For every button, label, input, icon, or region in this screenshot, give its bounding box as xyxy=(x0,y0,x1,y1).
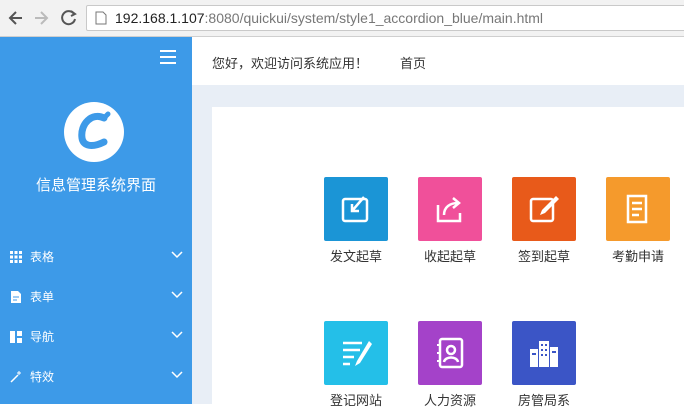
welcome-text: 您好，欢迎访问系统应用！ xyxy=(212,57,369,72)
back-icon[interactable] xyxy=(6,8,26,28)
chevron-down-icon xyxy=(171,331,183,339)
chevron-down-icon xyxy=(171,371,183,379)
sidebar-item-label: 特效 xyxy=(30,370,55,384)
url-text: 192.168.1.107:8080/quickui/system/style1… xyxy=(115,10,544,26)
sidebar-item-label: 表格 xyxy=(30,250,55,264)
sidebar-item-table[interactable]: 表格 xyxy=(0,237,192,277)
tile-label: 收起起草 xyxy=(423,250,476,265)
sidebar-item-form[interactable]: 表单 xyxy=(0,277,192,317)
magic-icon xyxy=(10,371,21,383)
tile-label: 登记网站 xyxy=(329,394,382,409)
tile-register-site[interactable]: 登记网站 xyxy=(316,321,396,409)
tile-label: 发文起草 xyxy=(329,250,382,265)
tile-housing-bureau[interactable]: 房管局系 xyxy=(504,321,584,409)
sidebar-item-label: 表单 xyxy=(30,290,55,304)
system-title: 信息管理系统界面 xyxy=(35,176,156,194)
menu-toggle-icon[interactable] xyxy=(160,50,176,64)
tile-send-draft[interactable]: 发文起草 xyxy=(316,177,396,265)
sidebar-item-navigation[interactable]: 导航 xyxy=(0,317,192,357)
send-draft-icon xyxy=(341,196,369,223)
sidebar-item-label: 导航 xyxy=(30,330,55,344)
tile-attendance[interactable]: 考勤申请 xyxy=(598,177,678,265)
tile-label: 房管局系 xyxy=(517,394,570,409)
tiles-panel: 发文起草 收起起草 签到起草 考勤申请 登记网站 人力资源 房管局系 xyxy=(212,107,684,409)
browser-toolbar: 192.168.1.107:8080/quickui/system/style1… xyxy=(0,0,684,37)
document-icon xyxy=(626,194,648,224)
share-icon xyxy=(436,197,462,223)
sidebar-item-effects[interactable]: 特效 xyxy=(0,357,192,397)
tile-label: 签到起草 xyxy=(517,250,570,265)
tile-label: 考勤申请 xyxy=(611,250,664,265)
top-header: 您好，欢迎访问系统应用！ 首页 xyxy=(192,37,684,85)
contacts-icon xyxy=(437,337,464,369)
page-icon xyxy=(95,11,107,25)
chevron-down-icon xyxy=(171,251,183,259)
tile-human-resources[interactable]: 人力资源 xyxy=(410,321,490,409)
grid-icon xyxy=(10,251,22,263)
chevron-down-icon xyxy=(171,291,183,299)
forward-icon[interactable] xyxy=(31,8,51,28)
layout-icon xyxy=(10,331,22,343)
reload-icon[interactable] xyxy=(59,8,79,28)
form-icon xyxy=(11,291,21,303)
address-bar[interactable]: 192.168.1.107:8080/quickui/system/style1… xyxy=(86,5,684,31)
buildings-icon xyxy=(530,341,558,367)
tile-receive-draft[interactable]: 收起起草 xyxy=(410,177,490,265)
tile-label: 人力资源 xyxy=(423,394,476,409)
logo xyxy=(64,102,124,162)
sidebar: 信息管理系统界面 表格 表单 导航 特效 xyxy=(0,37,192,404)
home-link[interactable]: 首页 xyxy=(400,53,426,72)
register-icon xyxy=(343,341,372,366)
edit-icon xyxy=(529,196,559,223)
tile-sign-draft[interactable]: 签到起草 xyxy=(504,177,584,265)
